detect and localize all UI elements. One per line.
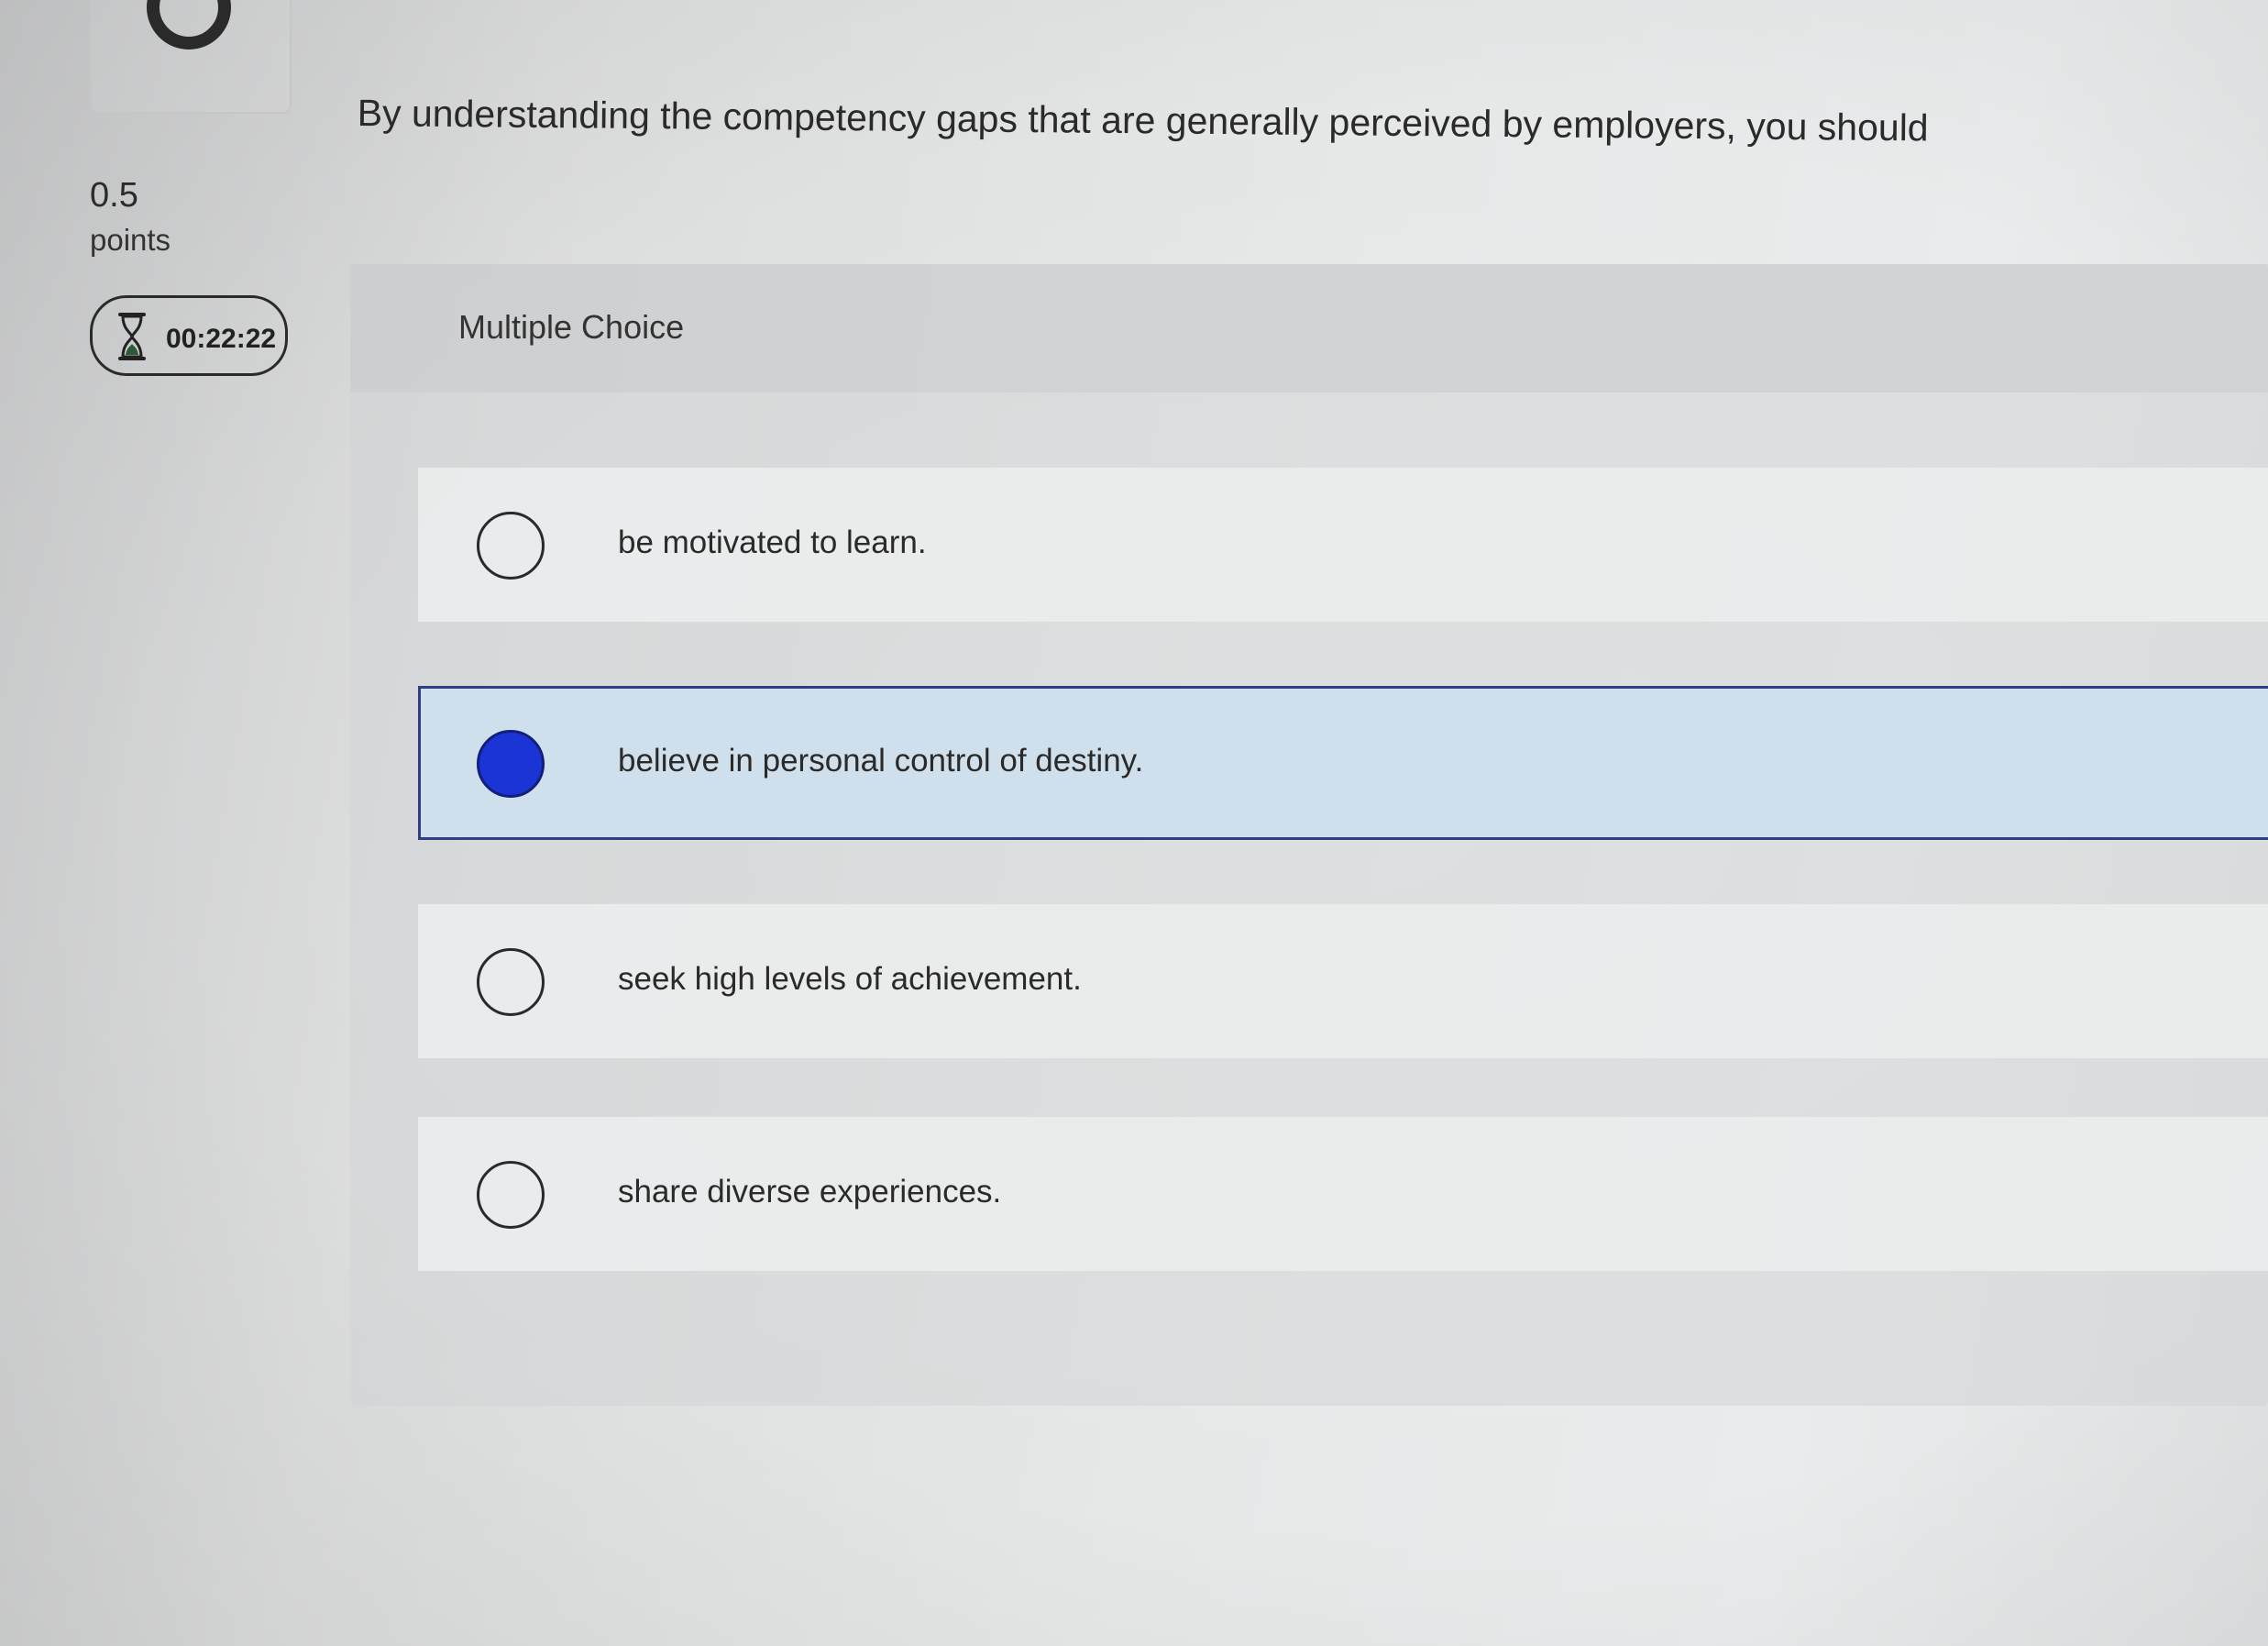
progress-ring-icon (147, 0, 231, 50)
choice-option[interactable]: be motivated to learn. (418, 468, 2268, 622)
radio-button[interactable] (477, 948, 545, 1016)
points-value: 0.5 (90, 176, 138, 215)
progress-indicator (90, 0, 292, 114)
answer-panel: Multiple Choice be motivated to learn. b… (350, 264, 2268, 1406)
question-text: By understanding the competency gaps tha… (357, 92, 1929, 149)
choice-label: share diverse experiences. (618, 1174, 1002, 1210)
choice-option-selected[interactable]: believe in personal control of destiny. (418, 686, 2268, 840)
timer-badge[interactable]: 00:22:22 (90, 295, 288, 376)
radio-button[interactable] (477, 512, 545, 580)
choice-label: seek high levels of achievement. (618, 961, 1082, 997)
radio-button-selected[interactable] (477, 730, 545, 798)
question-type-label: Multiple Choice (458, 308, 685, 346)
points-label: points (90, 223, 171, 257)
hourglass-icon (118, 313, 146, 360)
timer-text: 00:22:22 (166, 324, 277, 354)
choice-option[interactable]: seek high levels of achievement. (418, 904, 2268, 1058)
radio-button[interactable] (477, 1161, 545, 1229)
choice-label: be motivated to learn. (618, 525, 927, 560)
panel-header: Multiple Choice (350, 264, 2268, 392)
choice-label: believe in personal control of destiny. (618, 743, 1144, 779)
choice-option[interactable]: share diverse experiences. (418, 1117, 2268, 1271)
